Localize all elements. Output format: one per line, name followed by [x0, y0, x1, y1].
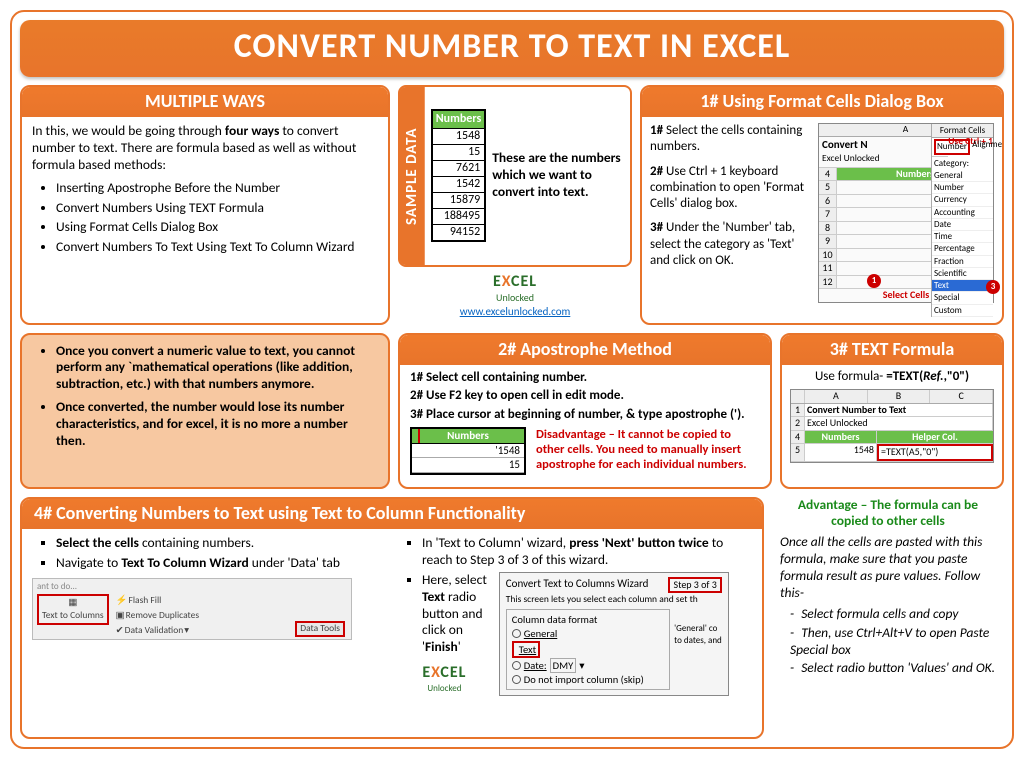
- page-title: CONVERT NUMBER TO TEXT IN EXCEL: [20, 20, 1004, 77]
- header-method-3: 3# TEXT Formula: [782, 335, 1002, 366]
- sample-cell: 15879: [432, 193, 486, 209]
- excel-unlocked-logo: EXCEL Unlocked: [398, 660, 491, 696]
- header-method-1: 1# Using Format Cells Dialog Box: [642, 87, 1002, 118]
- website-link[interactable]: www.excelunlocked.com: [460, 305, 571, 319]
- m4-step: In 'Text to Column' wizard, press 'Next'…: [422, 535, 752, 569]
- page-frame: CONVERT NUMBER TO TEXT IN EXCEL MULTIPLE…: [10, 10, 1014, 749]
- format-cells-panel: Format Cells Use Ctrl + 1 NumberAlignmen…: [931, 124, 993, 317]
- way-item: Using Format Cells Dialog Box: [56, 219, 378, 236]
- way-item: Inserting Apostrophe Before the Number: [56, 180, 378, 197]
- intro-text: In this, we would be going through four …: [32, 123, 378, 174]
- way-item: Convert Numbers To Text Using Text To Co…: [56, 239, 378, 256]
- advantage-text: Advantage – The formula can be copied to…: [780, 497, 996, 531]
- card-method-2: 2# Apostrophe Method 1# Select cell cont…: [398, 333, 772, 489]
- sample-cell: 1548: [432, 129, 486, 145]
- sample-data-card: SAMPLE DATA Numbers 1548 15 7621 1542 15…: [398, 85, 632, 267]
- data-validation-button[interactable]: ✔Data Validation ▾: [113, 624, 202, 638]
- excel-unlocked-logo: EXCEL Unlocked www.excelunlocked.com: [398, 271, 632, 321]
- formula-display: Use formula- =TEXT(Ref.,"0"): [790, 369, 994, 385]
- row-3: 4# Converting Numbers to Text using Text…: [20, 497, 1004, 740]
- validation-icon: ✔: [116, 625, 124, 637]
- tab-alignment[interactable]: Alignment: [972, 139, 1004, 154]
- step-badge: Step 3 of 3: [668, 577, 721, 594]
- card-multiple-ways: MULTIPLE WAYS In this, we would be going…: [20, 85, 390, 325]
- radio-text[interactable]: Text: [512, 641, 540, 658]
- text-to-columns-button[interactable]: ▦ Text to Columns: [37, 594, 109, 625]
- note-bullet: Once you convert a numeric value to text…: [56, 343, 378, 394]
- card-method-3: 3# TEXT Formula Use formula- =TEXT(Ref.,…: [780, 333, 1004, 489]
- m1-step1: 1# Select the cells containing numbers.: [650, 123, 812, 156]
- m1-step2: 2# Use Ctrl + 1 keyboard combination to …: [650, 164, 812, 213]
- dialog-subtitle: This screen lets you select each column …: [506, 594, 722, 606]
- m2-step: 3# Place cursor at beginning of number, …: [410, 407, 760, 423]
- m3-paragraph: Once all the cells are pasted with this …: [780, 534, 996, 602]
- header-method-2: 2# Apostrophe Method: [400, 335, 770, 366]
- logo-subtitle: Unlocked: [496, 292, 534, 305]
- card-method-1: 1# Using Format Cells Dialog Box 1# Sele…: [640, 85, 1004, 325]
- m3-step: Select radio button 'Values' and OK.: [790, 660, 996, 677]
- sample-table: Numbers 1548 15 7621 1542 15879 188495 9…: [431, 109, 487, 242]
- sample-table-header: Numbers: [432, 110, 486, 129]
- tab-number[interactable]: Number: [934, 139, 970, 154]
- sample-cell: 15: [432, 145, 486, 161]
- sample-cell: 1542: [432, 177, 486, 193]
- row-1: MULTIPLE WAYS In this, we would be going…: [20, 85, 1004, 325]
- header-multiple-ways: MULTIPLE WAYS: [22, 87, 388, 118]
- table-icon: ▦: [68, 597, 77, 609]
- excel-ribbon-mockup: ant to do... ▦ Text to Columns ⚡Flash Fi…: [32, 578, 352, 640]
- flash-icon: ⚡: [116, 595, 128, 607]
- row-2: Once you convert a numeric value to text…: [20, 333, 1004, 489]
- group-title: Column data format: [512, 613, 664, 626]
- text-formula-mockup: ABC 1Convert Number to Text 2Excel Unloc…: [790, 389, 994, 463]
- sample-column: SAMPLE DATA Numbers 1548 15 7621 1542 15…: [398, 85, 632, 325]
- m4-step: Here, select Text radio button and click…: [422, 572, 491, 656]
- apostrophe-example-table: Numbers '1548 15: [410, 427, 526, 475]
- sample-data-label: SAMPLE DATA: [400, 87, 425, 265]
- category-list[interactable]: General Number Currency Accounting Date …: [932, 170, 993, 317]
- note-card: Once you convert a numeric value to text…: [20, 333, 390, 489]
- disadvantage-text: Disadvantage – It cannot be copied to ot…: [536, 427, 760, 475]
- badge-3: 3: [986, 280, 1000, 294]
- header-method-4: 4# Converting Numbers to Text using Text…: [22, 499, 762, 530]
- ways-list: Inserting Apostrophe Before the Number C…: [32, 180, 378, 257]
- radio-general[interactable]: General: [512, 627, 664, 640]
- m2-step: 1# Select cell containing number.: [410, 370, 760, 386]
- format-cells-mockup: A Convert N Excel Unlocked 4Numbers 5154…: [818, 123, 994, 303]
- m1-step3: 3# Under the 'Number' tab, select the ca…: [650, 220, 812, 269]
- category-label: Category:: [932, 157, 993, 170]
- text-to-columns-dialog: Convert Text to Columns Wizard Step 3 of…: [499, 572, 729, 696]
- dialog-side-note: 'General' co to dates, and: [674, 605, 722, 690]
- radio-date[interactable]: Date: DMY ▾: [512, 658, 664, 673]
- method-3-continuation: Advantage – The formula can be copied to…: [772, 497, 1004, 740]
- data-tools-group: Data Tools: [295, 621, 345, 637]
- m3-step: Then, use Ctrl+Alt+V to open Paste Speci…: [790, 625, 996, 659]
- badge-1: 1: [867, 274, 881, 288]
- m3-step: Select formula cells and copy: [790, 606, 996, 623]
- sample-cell: 94152: [432, 225, 486, 242]
- m2-step: 2# Use F2 key to open cell in edit mode.: [410, 388, 760, 404]
- card-method-4: 4# Converting Numbers to Text using Text…: [20, 497, 764, 740]
- m4-step: Select the cells containing numbers.: [56, 535, 386, 552]
- way-item: Convert Numbers Using TEXT Formula: [56, 200, 378, 217]
- flash-fill-button[interactable]: ⚡Flash Fill: [113, 594, 202, 608]
- radio-skip[interactable]: Do not import column (skip): [512, 673, 664, 686]
- sample-cell: 188495: [432, 209, 486, 225]
- remove-duplicates-button[interactable]: ▣Remove Duplicates: [113, 609, 202, 623]
- formula-cell[interactable]: =TEXT(A5,"0"): [877, 444, 993, 461]
- m4-step: Navigate to Text To Column Wizard under …: [56, 555, 386, 572]
- sample-cell: 7621: [432, 161, 486, 177]
- note-bullet: Once converted, the number would lose it…: [56, 399, 378, 450]
- remove-icon: ▣: [116, 610, 125, 622]
- sample-caption: These are the numbers which we want to c…: [492, 150, 624, 201]
